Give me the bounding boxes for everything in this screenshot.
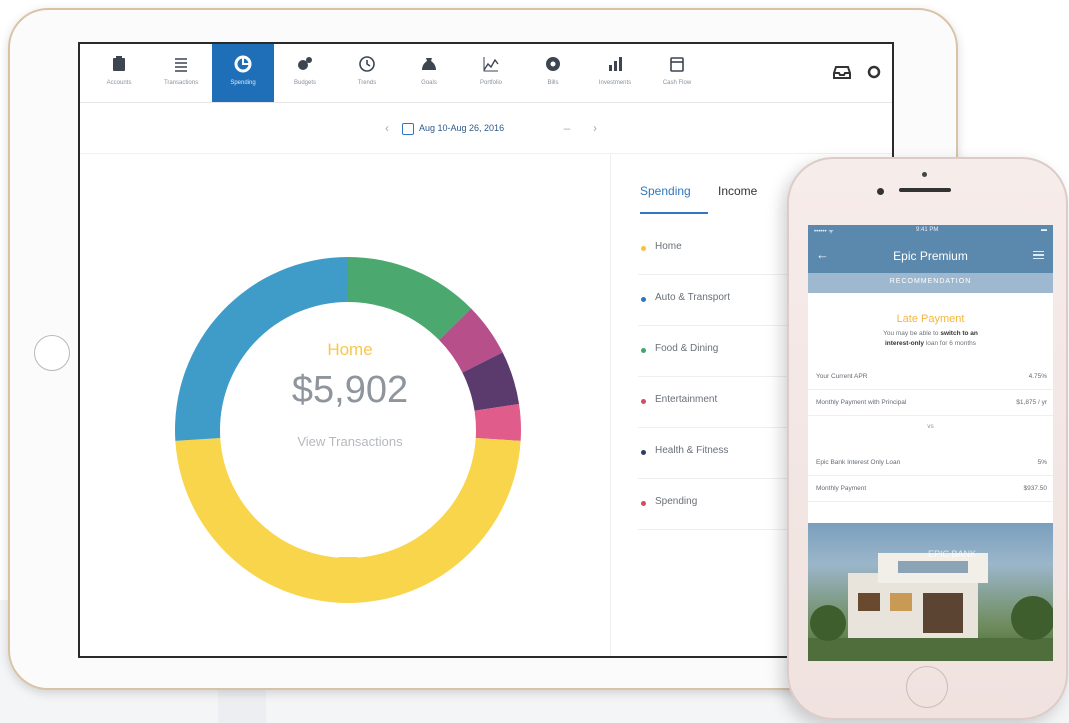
- battery-icon: ▬: [1041, 227, 1047, 233]
- toolbar-item-label: Portfolio: [479, 80, 502, 86]
- tab-income[interactable]: Income: [718, 184, 757, 198]
- prev-period-button[interactable]: ‹: [378, 119, 396, 137]
- donut-center-amount: $5,902: [291, 369, 409, 411]
- toolbar-item-accounts[interactable]: Accounts: [88, 44, 150, 102]
- settings-icon[interactable]: [864, 62, 884, 82]
- desc-pre: You may be able to: [883, 330, 941, 337]
- recommendation-description: You may be able to switch to an interest…: [838, 329, 1023, 349]
- toolbar-item-label: Bills: [547, 80, 559, 86]
- category-color-dot: [641, 501, 646, 506]
- category-color-dot: [641, 399, 646, 404]
- date-range-bar: ‹ Aug 10-Aug 26, 2016 – ›: [80, 103, 892, 154]
- banner-caption: EPIC BANK: [928, 549, 977, 559]
- menu-icon[interactable]: [1033, 251, 1044, 259]
- category-color-dot: [641, 348, 646, 353]
- comparison-row: Monthly Payment with Principal $1,875 / …: [808, 391, 1053, 416]
- inbox-icon[interactable]: [832, 62, 852, 82]
- calendar-icon: [402, 122, 414, 135]
- row-value: 5%: [1037, 459, 1047, 466]
- tablet-home-button[interactable]: [34, 335, 70, 371]
- phone-section-header: RECOMMENDATION: [808, 273, 1053, 293]
- house-banner-image: EPIC BANK: [808, 523, 1053, 661]
- category-name: Spending: [655, 496, 698, 507]
- row-label: Epic Bank Interest Only Loan: [816, 459, 901, 466]
- row-label: Monthly Payment with Principal: [816, 399, 907, 406]
- status-time: 9:41 PM: [916, 227, 939, 233]
- donut-segment-home[interactable]: [175, 438, 521, 604]
- category-name: Food & Dining: [655, 343, 719, 354]
- pie-chart-icon: [233, 54, 253, 74]
- date-range-picker[interactable]: Aug 10-Aug 26, 2016: [402, 118, 536, 138]
- toolbar-item-label: Trends: [357, 80, 377, 86]
- toolbar-item-portfolio[interactable]: Portfolio: [460, 44, 522, 102]
- category-name: Health & Fitness: [655, 445, 729, 456]
- toolbar-item-label: Goals: [421, 80, 437, 86]
- active-tab-indicator: [640, 212, 708, 214]
- carrier-signal: •••••• ᯤ: [814, 229, 834, 235]
- donut-center-category: Home: [327, 340, 373, 359]
- row-label: Monthly Payment: [816, 485, 867, 492]
- toolbar-item-budgets[interactable]: Budgets: [274, 44, 336, 102]
- date-range-label: Aug 10-Aug 26, 2016: [419, 123, 505, 133]
- phone-device: •••••• ᯤ 9:41 PM ▬ ← Epic Premium RECOMM…: [787, 157, 1068, 720]
- phone-nav-title: Epic Premium: [893, 249, 968, 263]
- category-color-dot: [641, 246, 646, 251]
- phone-screen: •••••• ᯤ 9:41 PM ▬ ← Epic Premium RECOMM…: [808, 225, 1053, 661]
- row-label: Your Current APR: [816, 373, 868, 380]
- row-value: $1,875 / yr: [1016, 399, 1047, 406]
- toolbar-item-label: Transactions: [163, 80, 199, 86]
- bar-chart-icon: [605, 54, 625, 74]
- house-illustration: [808, 553, 1053, 661]
- desc-post: loan for 6 months: [923, 340, 977, 347]
- toolbar-item-label: Cash Flow: [662, 80, 692, 86]
- tablet-screen: Accounts Transactions Spending Budgets Trend…: [78, 42, 894, 658]
- section-title: RECOMMENDATION: [889, 278, 972, 285]
- panel-divider: [610, 154, 611, 656]
- category-color-dot: [641, 450, 646, 455]
- phone-nav-bar: ← Epic Premium: [808, 239, 1053, 273]
- wallet-icon: [109, 54, 129, 74]
- toolbar-item-spending[interactable]: Spending: [212, 44, 274, 102]
- recommendation-headline: Late Payment: [896, 313, 965, 325]
- toolbar-item-label: Investments: [598, 80, 632, 86]
- view-transactions-link[interactable]: View Transactions: [260, 434, 440, 449]
- comparison-row: Monthly Payment $937.50: [808, 477, 1053, 502]
- toolbar-item-transactions[interactable]: Transactions: [150, 44, 212, 102]
- main-toolbar: Accounts Transactions Spending Budgets Trend…: [80, 44, 892, 103]
- category-name: Home: [655, 241, 682, 252]
- next-period-button[interactable]: ›: [586, 119, 604, 137]
- line-chart-icon: [481, 54, 501, 74]
- toolbar-item-trends[interactable]: Trends: [336, 44, 398, 102]
- row-value: 4.75%: [1028, 373, 1047, 380]
- phone-camera: [877, 188, 884, 195]
- coins-icon: [295, 54, 315, 74]
- toolbar-item-bills[interactable]: Bills: [522, 44, 584, 102]
- desc-bold-1: switch to an: [940, 330, 978, 337]
- toolbar-item-goals[interactable]: Goals: [398, 44, 460, 102]
- comparison-row: Epic Bank Interest Only Loan 5%: [808, 451, 1053, 476]
- separator-dash: –: [563, 121, 571, 135]
- phone-speaker: [899, 188, 951, 192]
- toolbar-item-label: Accounts: [106, 80, 132, 86]
- bill-icon: [543, 54, 563, 74]
- toolbar-item-label: Budgets: [293, 80, 317, 86]
- phone-home-button[interactable]: [906, 666, 948, 708]
- toolbar-item-investments[interactable]: Investments: [584, 44, 646, 102]
- desc-bold-2: interest-only: [884, 340, 924, 347]
- tab-spending[interactable]: Spending: [640, 184, 691, 198]
- calendar-icon: [667, 54, 687, 74]
- money-bag-icon: [419, 54, 439, 74]
- row-value: $937.50: [1023, 485, 1048, 492]
- versus-label: vs: [927, 423, 934, 430]
- phone-status-bar: •••••• ᯤ 9:41 PM ▬: [808, 225, 1053, 239]
- phone-sensor: [922, 172, 927, 177]
- category-color-dot: [641, 297, 646, 302]
- category-name: Entertainment: [655, 394, 718, 405]
- category-name: Auto & Transport: [655, 292, 731, 303]
- toolbar-item-cash-flow[interactable]: Cash Flow: [646, 44, 708, 102]
- toolbar-item-label: Spending: [230, 80, 256, 86]
- clock-icon: [357, 54, 377, 74]
- comparison-row: Your Current APR 4.75%: [808, 365, 1053, 390]
- list-icon: [171, 54, 191, 74]
